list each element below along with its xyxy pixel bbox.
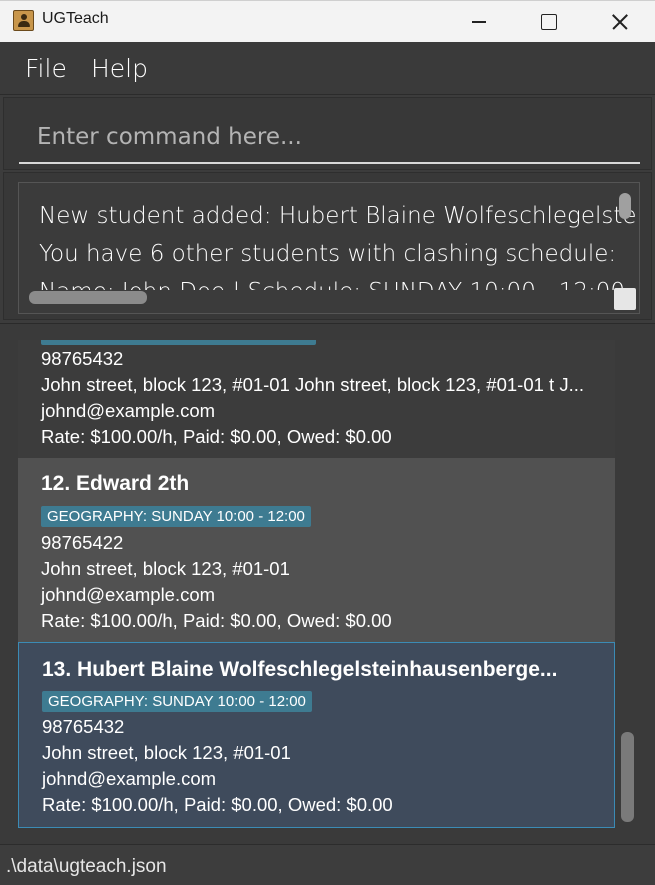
result-display[interactable]: New student added: Hubert Blaine Wolfesc… <box>18 182 640 314</box>
result-display-pane: New student added: Hubert Blaine Wolfesc… <box>3 172 652 320</box>
schedule-tag: GEOGRAPHY: SUNDAY 10:00 - 12:00 <box>41 506 311 527</box>
result-text: New student added: Hubert Blaine Wolfesc… <box>39 197 639 290</box>
student-phone: 98765432 <box>41 348 124 369</box>
data-file-path: .\data\ugteach.json <box>6 856 167 877</box>
student-email: johnd@example.com <box>42 768 217 789</box>
status-bar: .\data\ugteach.json <box>0 844 655 885</box>
student-payment: Rate: $100.00/h, Paid: $0.00, Owed: $0.0… <box>41 610 392 631</box>
schedule-tag: GEOGRAPHY: SUNDAY 10:00 - 12:00 <box>42 691 312 712</box>
maximize-button[interactable] <box>517 1 579 43</box>
scroll-corner <box>614 288 636 310</box>
student-phone: 98765422 <box>41 532 124 553</box>
student-card[interactable]: 12. Edward 2th GEOGRAPHY: SUNDAY 10:00 -… <box>18 458 615 642</box>
menu-bar: File Help <box>0 42 655 95</box>
menu-file[interactable]: File <box>25 54 67 83</box>
result-horizontal-scrollbar[interactable] <box>29 291 147 304</box>
close-button[interactable] <box>588 1 650 43</box>
student-phone: 98765432 <box>42 716 125 737</box>
student-card[interactable]: 98765432 John street, block 123, #01-01 … <box>18 340 615 458</box>
title-bar: UGTeach <box>0 0 655 42</box>
app-contact-icon <box>13 10 34 31</box>
result-line: You have 6 other students with clashing … <box>39 241 617 267</box>
student-payment: Rate: $100.00/h, Paid: $0.00, Owed: $0.0… <box>41 426 392 447</box>
result-line: Name: John Doe | Schedule: SUNDAY 10:00 … <box>39 273 639 290</box>
student-list-scrollbar[interactable] <box>621 732 634 822</box>
schedule-tag <box>41 340 316 345</box>
menu-help[interactable]: Help <box>91 54 148 83</box>
minimize-button[interactable] <box>448 1 510 43</box>
command-box-pane <box>3 97 652 170</box>
student-list[interactable]: 98765432 John street, block 123, #01-01 … <box>18 340 615 830</box>
command-input[interactable] <box>19 112 640 164</box>
student-card-selected[interactable]: 13. Hubert Blaine Wolfeschlegelsteinhaus… <box>18 642 615 828</box>
student-address: John street, block 123, #01-01 John stre… <box>41 374 584 395</box>
student-name: 13. Hubert Blaine Wolfeschlegelsteinhaus… <box>42 658 558 681</box>
result-line: New student added: Hubert Blaine Wolfesc… <box>39 203 639 229</box>
student-address: John street, block 123, #01-01 <box>42 742 291 763</box>
student-name: 12. Edward 2th <box>41 472 190 495</box>
student-email: johnd@example.com <box>41 584 216 605</box>
student-payment: Rate: $100.00/h, Paid: $0.00, Owed: $0.0… <box>42 794 393 815</box>
student-address: John street, block 123, #01-01 <box>41 558 290 579</box>
student-list-pane: 98765432 John street, block 123, #01-01 … <box>0 323 655 844</box>
window-title: UGTeach <box>42 10 109 27</box>
student-email: johnd@example.com <box>41 400 216 421</box>
result-vertical-scrollbar[interactable] <box>619 193 631 219</box>
